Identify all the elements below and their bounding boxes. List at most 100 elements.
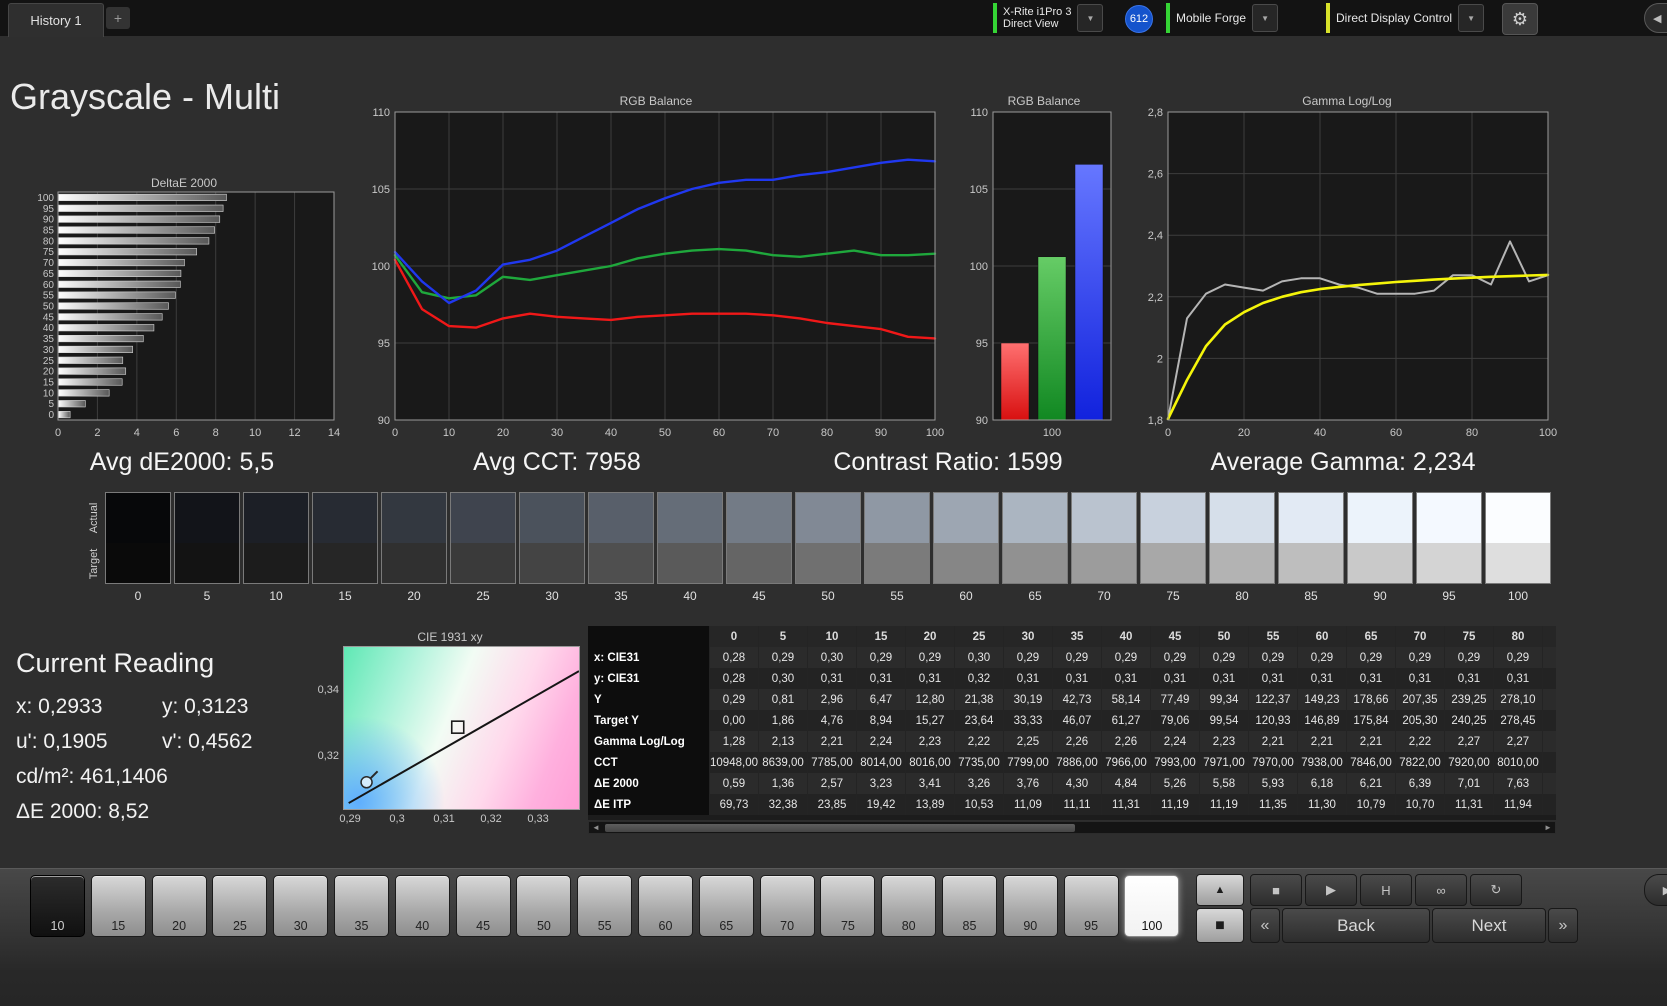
source-module: Mobile Forge ▼ (1166, 3, 1279, 33)
swatch-actual-color (1072, 493, 1136, 543)
table-horizontal-scrollbar[interactable]: ◄ ► (588, 821, 1556, 834)
table-cell: 0,29 (905, 647, 955, 668)
pause-button[interactable]: H (1360, 874, 1412, 906)
swatch-actual-color (175, 493, 239, 543)
reading-u: u': 0,1905 (16, 730, 108, 753)
level-button-35[interactable]: 35 (334, 875, 389, 937)
gamma-chart-canvas: 0 20 40 60 80 100 2,8 2,6 2,4 2,2 2 1,8 (1148, 108, 1557, 439)
page-title: Grayscale - Multi (10, 76, 281, 117)
svg-text:20: 20 (43, 367, 55, 378)
level-button-80[interactable]: 80 (881, 875, 937, 937)
level-button-70[interactable]: 70 (759, 875, 815, 937)
extra-round-button[interactable]: ▶ (1644, 874, 1667, 906)
source-dropdown-button[interactable]: ▼ (1252, 4, 1279, 32)
table-cell: 0,30 (807, 647, 857, 668)
level-button-10[interactable]: 10 (30, 875, 85, 937)
chevron-left-icon: ◀ (1653, 12, 1662, 25)
reading-luminance: cd/m²: 461,1406 (16, 765, 168, 788)
level-button-95[interactable]: 95 (1063, 875, 1119, 937)
level-button-90[interactable]: 90 (1002, 875, 1058, 937)
table-cell: 3,41 (905, 773, 955, 794)
swatch-row-label-target: Target (88, 548, 100, 580)
table-cell: 13,89 (905, 794, 955, 815)
scroll-right-arrow-icon[interactable]: ► (1541, 822, 1555, 833)
chart-title: DeltaE 2000 (150, 176, 218, 190)
back-button[interactable]: Back (1282, 908, 1430, 943)
play-button[interactable]: ▶ (1305, 874, 1357, 906)
table-row: x: CIE31 0,28 0,29 0,30 0,29 0,29 0,30 0,29 0,29… (588, 647, 1556, 668)
svg-text:100: 100 (372, 261, 390, 273)
collapse-panel-button[interactable]: ◀ (1644, 3, 1667, 33)
swatch-target-color (1486, 542, 1550, 583)
swatch-target-color (1348, 542, 1412, 583)
table-cell: 79 (1542, 752, 1556, 773)
table-column-header: 45 (1150, 626, 1200, 647)
cie-chart-canvas (348, 670, 579, 804)
add-tab-button[interactable]: + (106, 7, 130, 29)
stop-button[interactable]: ■ (1250, 874, 1302, 906)
page-next-button[interactable]: » (1548, 908, 1578, 943)
level-button-60[interactable]: 60 (638, 875, 693, 937)
svg-text:10: 10 (43, 388, 55, 399)
swatch-level-label: 60 (959, 589, 973, 603)
tab-history-1[interactable]: History 1 (8, 3, 104, 37)
svg-text:55: 55 (43, 291, 55, 302)
table-row: CCT 10948,00 8639,00 7785,00 8014,00 8016,00 7… (588, 752, 1556, 773)
table-column-header: 80 (1493, 626, 1543, 647)
table-cell: 122,37 (1248, 689, 1298, 710)
swatch-target-color (520, 542, 584, 583)
scroll-up-button[interactable]: ▲ (1196, 874, 1244, 906)
svg-text:110: 110 (970, 108, 988, 119)
gray-swatch-100: 100 (1485, 492, 1551, 603)
settings-button[interactable]: ⚙ (1502, 3, 1538, 35)
scroll-left-arrow-icon[interactable]: ◄ (589, 822, 603, 833)
level-button-40[interactable]: 40 (394, 875, 450, 937)
level-button-85[interactable]: 85 (942, 875, 997, 937)
gray-swatch-85: 85 (1278, 492, 1344, 603)
table-row: Gamma Log/Log 1,28 2,13 2,21 2,24 2,23 2,22 2,2… (588, 731, 1556, 752)
swatch-target-color (313, 542, 377, 583)
pattern-window-button[interactable]: ■ (1196, 908, 1244, 943)
svg-text:2,2: 2,2 (1148, 292, 1163, 304)
pause-icon: H (1381, 882, 1391, 898)
display-control-dropdown-button[interactable]: ▼ (1458, 4, 1485, 32)
level-button-30[interactable]: 30 (273, 875, 329, 937)
gray-swatch-45: 45 (726, 492, 792, 603)
table-cell: 19,42 (856, 794, 906, 815)
black-square-icon: ■ (1215, 916, 1225, 934)
cie-axis-tick: 0,33 (527, 813, 549, 825)
level-button-25[interactable]: 25 (212, 875, 268, 937)
svg-text:110: 110 (372, 108, 390, 119)
level-button-20[interactable]: 20 (151, 875, 207, 937)
next-button[interactable]: Next (1432, 908, 1546, 943)
table-row-label: x: CIE31 (588, 647, 710, 668)
swatch-target-color (1279, 542, 1343, 583)
level-button-15[interactable]: 15 (90, 875, 146, 937)
level-button-75[interactable]: 75 (820, 875, 876, 937)
swatch-target-color (1072, 542, 1136, 583)
display-control-module: Direct Display Control ▼ (1326, 3, 1485, 33)
refresh-button[interactable]: ↻ (1470, 874, 1522, 906)
table-cell: 0,31 (905, 668, 955, 689)
gray-swatch-50: 50 (795, 492, 861, 603)
svg-text:50: 50 (659, 427, 671, 439)
level-button-65[interactable]: 65 (698, 875, 754, 937)
table-row-label: ΔE ITP (588, 794, 710, 815)
swatch-level-label: 95 (1442, 589, 1456, 603)
level-button-100[interactable]: 100 (1124, 875, 1180, 937)
scrollbar-thumb[interactable] (605, 824, 1075, 832)
meter-dropdown-button[interactable]: ▼ (1077, 4, 1104, 32)
page-prev-button[interactable]: « (1250, 908, 1280, 943)
svg-text:85: 85 (43, 226, 55, 237)
table-cell: 0,31 (1248, 668, 1298, 689)
gray-swatch-55: 55 (864, 492, 930, 603)
rgb-line-chart-canvas: 0 10 20 30 40 50 60 70 80 90 100 110 105 100 95 90 (372, 108, 945, 439)
continuous-button[interactable]: ∞ (1415, 874, 1467, 906)
svg-text:10: 10 (249, 427, 261, 439)
level-button-45[interactable]: 45 (455, 875, 511, 937)
current-reading-panel: Current Reading x: 0,2933 y: 0,3123 u': … (16, 648, 252, 835)
level-button-55[interactable]: 55 (577, 875, 633, 937)
level-button-50[interactable]: 50 (516, 875, 572, 937)
measurement-count-badge[interactable]: 612 (1125, 5, 1153, 33)
swatch-level-label: 40 (683, 589, 697, 603)
